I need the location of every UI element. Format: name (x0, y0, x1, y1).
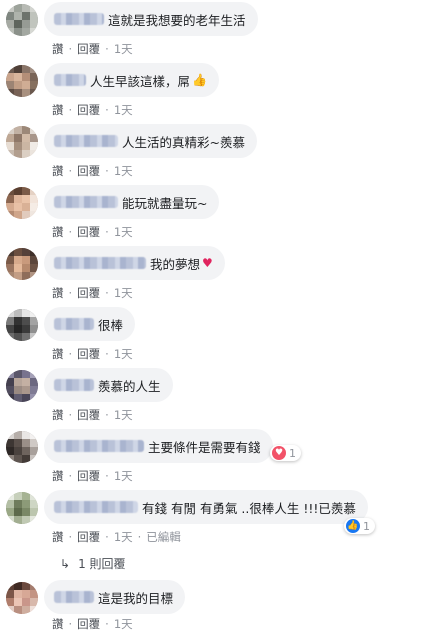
commenter-name[interactable] (54, 591, 94, 603)
reply-link[interactable]: 回覆 (77, 468, 100, 484)
love-reaction-icon: ♥ (272, 446, 286, 460)
reply-link[interactable]: 回覆 (77, 102, 100, 118)
comment-item: 這是我的目標 讚 · 回覆 · 1天 (0, 578, 435, 638)
commenter-name[interactable] (54, 501, 138, 513)
reply-link[interactable]: 回覆 (77, 616, 100, 632)
comment-text: 羨慕的人生 (98, 378, 161, 394)
comment-item: 很棒 讚 · 回覆 · 1天 (0, 305, 435, 365)
commenter-name[interactable] (54, 13, 104, 25)
commenter-name[interactable] (54, 196, 118, 208)
comment-item: 人生早該這樣，屌 👍 讚 · 回覆 · 1天 (0, 61, 435, 121)
reply-link[interactable]: 回覆 (77, 224, 100, 240)
thumbs-up-icon: 👍 (192, 73, 207, 87)
like-link[interactable]: 讚 (52, 163, 64, 179)
comment-item: 人生活的真精彩~羨慕 讚 · 回覆 · 1天 (0, 122, 435, 182)
replies-count-label: 1 則回覆 (78, 557, 126, 571)
comment-item: 能玩就盡量玩~ 讚 · 回覆 · 1天 (0, 183, 435, 243)
commenter-name[interactable] (54, 379, 94, 391)
avatar[interactable] (6, 582, 38, 614)
comment-bubble: 我的夢想 ♥ (44, 246, 225, 280)
reply-link[interactable]: 回覆 (77, 529, 100, 545)
comment-item: 有錢 有閒 有勇氣 ..很棒人生 !!!已羨慕 👍 1 讚 · 回覆 · 1天 · 已… (0, 488, 435, 548)
comment-time[interactable]: 1天 (114, 102, 133, 118)
like-link[interactable]: 讚 (52, 407, 64, 423)
reply-link[interactable]: 回覆 (77, 407, 100, 423)
comment-text: 這是我的目標 (98, 590, 174, 606)
comment-bubble: 能玩就盡量玩~ (44, 185, 220, 219)
comment-item: 這就是我想要的老年生活 讚 · 回覆 · 1天 (0, 0, 435, 60)
comment-item: 羨慕的人生 讚 · 回覆 · 1天 (0, 366, 435, 426)
avatar[interactable] (6, 370, 38, 402)
view-replies-link[interactable]: ↳ 1 則回覆 (60, 555, 126, 572)
reply-link[interactable]: 回覆 (77, 41, 100, 57)
reaction-count[interactable]: ♥ 1 (270, 445, 301, 461)
reply-link[interactable]: 回覆 (77, 346, 100, 362)
comment-time[interactable]: 1天 (114, 407, 133, 423)
reply-link[interactable]: 回覆 (77, 285, 100, 301)
like-link[interactable]: 讚 (52, 529, 64, 545)
comment-item: 我的夢想 ♥ 讚 · 回覆 · 1天 (0, 244, 435, 304)
avatar[interactable] (6, 248, 38, 280)
comment-time[interactable]: 1天 (114, 616, 133, 632)
comment-bubble: 這是我的目標 (44, 580, 186, 614)
like-link[interactable]: 讚 (52, 468, 64, 484)
comment-time[interactable]: 1天 (114, 224, 133, 240)
like-link[interactable]: 讚 (52, 346, 64, 362)
comment-text: 我的夢想 (150, 256, 201, 272)
comment-time[interactable]: 1天 (114, 468, 133, 484)
comment-time[interactable]: 1天 (114, 163, 133, 179)
avatar[interactable] (6, 492, 38, 524)
like-link[interactable]: 讚 (52, 224, 64, 240)
comment-text: 很棒 (98, 317, 124, 333)
comment-bubble: 人生早該這樣，屌 👍 (44, 63, 219, 97)
comment-text: 這就是我想要的老年生活 (108, 12, 246, 28)
comment-bubble: 主要條件是需要有錢 (44, 429, 273, 463)
like-reaction-icon: 👍 (346, 519, 360, 533)
comment-bubble: 這就是我想要的老年生活 (44, 2, 258, 36)
reaction-count[interactable]: 👍 1 (344, 518, 375, 534)
comment-time[interactable]: 1天 (114, 41, 133, 57)
avatar[interactable] (6, 309, 38, 341)
avatar[interactable] (6, 187, 38, 219)
comment-time[interactable]: 1天 (114, 529, 133, 545)
avatar[interactable] (6, 4, 38, 36)
like-link[interactable]: 讚 (52, 41, 64, 57)
comment-bubble: 羨慕的人生 (44, 368, 173, 402)
like-link[interactable]: 讚 (52, 616, 64, 632)
comment-text: 主要條件是需要有錢 (148, 439, 261, 455)
avatar[interactable] (6, 65, 38, 97)
avatar[interactable] (6, 431, 38, 463)
comment-text: 能玩就盡量玩~ (122, 195, 208, 211)
comment-item: 主要條件是需要有錢 ♥ 1 讚 · 回覆 · 1天 (0, 427, 435, 487)
like-link[interactable]: 讚 (52, 285, 64, 301)
commenter-name[interactable] (54, 257, 146, 269)
like-link[interactable]: 讚 (52, 102, 64, 118)
red-heart-icon: ♥ (202, 256, 213, 270)
commenter-name[interactable] (54, 74, 86, 86)
commenter-name[interactable] (54, 135, 118, 147)
comment-time[interactable]: 1天 (114, 346, 133, 362)
commenter-name[interactable] (54, 318, 94, 330)
reply-link[interactable]: 回覆 (77, 163, 100, 179)
avatar[interactable] (6, 126, 38, 158)
comment-text: 人生早該這樣，屌 (90, 73, 191, 89)
commenter-name[interactable] (54, 440, 144, 452)
comment-bubble: 有錢 有閒 有勇氣 ..很棒人生 !!!已羨慕 (44, 490, 368, 524)
edited-label[interactable]: 已編輯 (146, 529, 181, 545)
comment-bubble: 人生活的真精彩~羨慕 (44, 124, 257, 158)
comment-bubble: 很棒 (44, 307, 136, 341)
comment-text: 有錢 有閒 有勇氣 ..很棒人生 !!!已羨慕 (142, 500, 356, 516)
comment-text: 人生活的真精彩~羨慕 (122, 134, 245, 150)
reply-arrow-icon: ↳ (60, 556, 71, 571)
comment-time[interactable]: 1天 (114, 285, 133, 301)
